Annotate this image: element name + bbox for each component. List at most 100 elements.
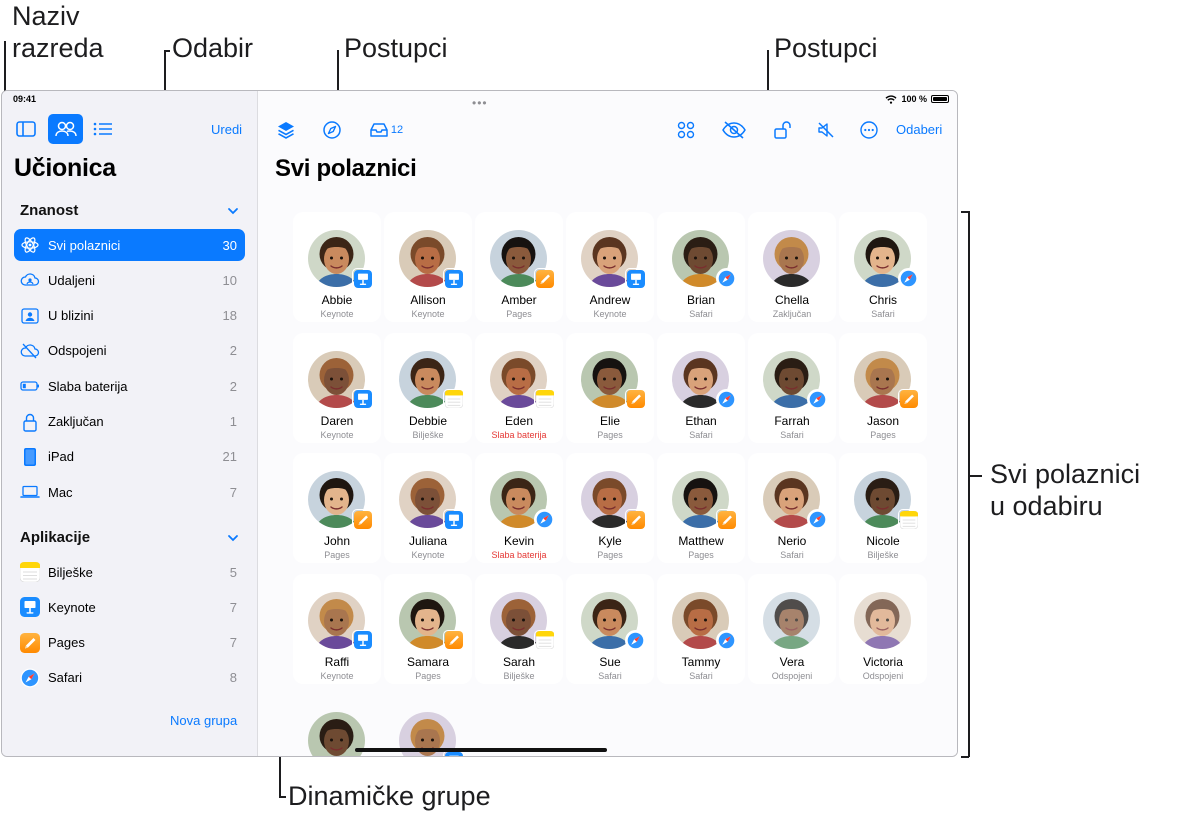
student-name: Kevin (503, 534, 535, 548)
student-card[interactable]: Chella Zaključan (748, 212, 836, 322)
student-card[interactable]: Matthew Pages (657, 453, 745, 563)
safari-icon (625, 629, 646, 651)
student-card[interactable]: Andrew Keynote (566, 212, 654, 322)
student-card[interactable]: Kyle Pages (566, 453, 654, 563)
sidebar-toggle-icon[interactable] (14, 118, 38, 140)
group-item-u-blizini[interactable]: U blizini 18 (14, 300, 245, 332)
item-count: 7 (229, 599, 237, 615)
student-card[interactable]: Nerio Safari (748, 453, 836, 563)
pages-icon (625, 509, 646, 530)
student-card[interactable]: Juliana Keynote (384, 453, 472, 563)
inbox-count: 12 (390, 124, 404, 136)
student-status: Safari (780, 429, 804, 440)
student-card[interactable]: Farrah Safari (748, 332, 836, 443)
student-status: Keynote (411, 550, 445, 560)
group-item-svi-polaznici[interactable]: Svi polaznici 30 (14, 229, 245, 261)
notes-icon (898, 509, 919, 530)
list-view-icon[interactable] (91, 118, 115, 140)
student-card[interactable]: Raffi Keynote (293, 573, 381, 684)
callout-text: razreda (12, 33, 104, 63)
pages-icon (352, 509, 373, 530)
student-card[interactable]: Samara Pages (384, 573, 472, 684)
student-card[interactable]: Brian Safari (657, 212, 745, 322)
pages-icon (19, 632, 41, 654)
safari-icon (807, 509, 828, 530)
group-item-ipad[interactable]: iPad 21 (14, 441, 245, 473)
groups-view-icon[interactable] (48, 114, 83, 144)
callout-line (279, 796, 286, 798)
keynote-icon (352, 268, 373, 289)
app-item-safari[interactable]: Safari 8 (14, 662, 245, 694)
item-count: 1 (229, 414, 237, 429)
student-card[interactable]: Amber Pages (475, 212, 563, 322)
pages-icon (898, 388, 919, 410)
student-card[interactable]: Debbie Bilješke (384, 332, 472, 443)
chevron-down-icon[interactable] (226, 204, 240, 218)
student-card[interactable]: Victoria Odspojeni (839, 573, 927, 684)
inbox-button[interactable]: 12 (366, 119, 406, 141)
app-item-bilje-ke[interactable]: Bilješke 5 (14, 556, 245, 588)
new-group-button[interactable]: Nova grupa (170, 713, 237, 728)
student-status: Odspojeni (862, 670, 904, 681)
safari-icon (716, 388, 737, 410)
battery-percent: 100 % (901, 94, 927, 104)
item-label: Udaljeni (48, 272, 95, 288)
view-screen-icon[interactable] (719, 119, 749, 141)
item-label: Keynote (48, 599, 96, 615)
item-count: 7 (229, 635, 237, 651)
atom-icon (19, 234, 41, 256)
student-name: Allison (410, 293, 446, 307)
item-label: iPad (48, 449, 75, 465)
student-card[interactable]: Kevin Slaba baterija (475, 453, 563, 563)
student-card[interactable]: Abbie Keynote (293, 212, 381, 322)
chevron-down-icon[interactable] (226, 531, 240, 545)
layers-icon[interactable] (274, 119, 298, 141)
group-item-zaklju-an[interactable]: Zaključan 1 (14, 406, 245, 438)
student-status: Keynote (411, 309, 445, 319)
select-button[interactable]: Odaberi (896, 122, 942, 137)
section-header-apps[interactable]: Aplikacije (20, 529, 90, 546)
app-item-keynote[interactable]: Keynote 7 (14, 591, 245, 623)
app-item-pages[interactable]: Pages 7 (14, 627, 245, 659)
student-card[interactable]: John Pages (293, 453, 381, 563)
student-card[interactable]: Elie Pages (566, 332, 654, 443)
cloud-off-icon (19, 340, 41, 362)
student-status: Pages (597, 429, 623, 440)
navigate-icon[interactable] (320, 119, 344, 141)
unlock-icon[interactable] (770, 119, 794, 141)
student-card[interactable]: Chris Safari (839, 212, 927, 322)
item-count: 21 (222, 449, 237, 465)
section-header-science[interactable]: Znanost (20, 202, 78, 219)
student-status: Keynote (593, 309, 627, 319)
student-card[interactable]: Vera Odspojeni (748, 573, 836, 684)
student-card[interactable]: Eden Slaba baterija (475, 332, 563, 443)
student-card[interactable]: Sue Safari (566, 573, 654, 684)
student-card[interactable]: Jason Pages (839, 332, 927, 443)
more-icon[interactable] (857, 119, 881, 141)
safari-icon (807, 388, 828, 410)
apps-grid-icon[interactable] (674, 119, 698, 141)
group-item-odspojeni[interactable]: Odspojeni 2 (14, 335, 245, 367)
laptop-icon (19, 481, 41, 503)
student-card[interactable]: Allison Keynote (384, 212, 472, 322)
item-label: Zaključan (48, 414, 104, 429)
safari-icon (19, 667, 41, 689)
student-card[interactable]: Tammy Safari (657, 573, 745, 684)
student-card[interactable]: Sarah Bilješke (475, 573, 563, 684)
multitasking-dots-icon[interactable]: ••• (472, 96, 488, 110)
student-status: Pages (415, 670, 441, 681)
student-card[interactable]: Daren Keynote (293, 332, 381, 443)
group-item-udaljeni[interactable]: Udaljeni 10 (14, 264, 245, 296)
group-item-slaba-baterija[interactable]: Slaba baterija 2 (14, 370, 245, 402)
main-content: ••• 100 % 12 Odaberi Svi polaznici Abbie… (259, 91, 957, 756)
group-item-mac[interactable]: Mac 7 (14, 476, 245, 508)
notes-icon (534, 388, 555, 410)
student-status: Zaključan (772, 309, 812, 319)
student-card[interactable]: Ethan Safari (657, 332, 745, 443)
keynote-icon (352, 629, 373, 651)
item-count: 5 (229, 564, 237, 580)
student-status: Safari (689, 670, 713, 681)
edit-button[interactable]: Uredi (211, 122, 242, 137)
mute-icon[interactable] (814, 119, 838, 141)
student-card[interactable]: Nicole Bilješke (839, 453, 927, 563)
